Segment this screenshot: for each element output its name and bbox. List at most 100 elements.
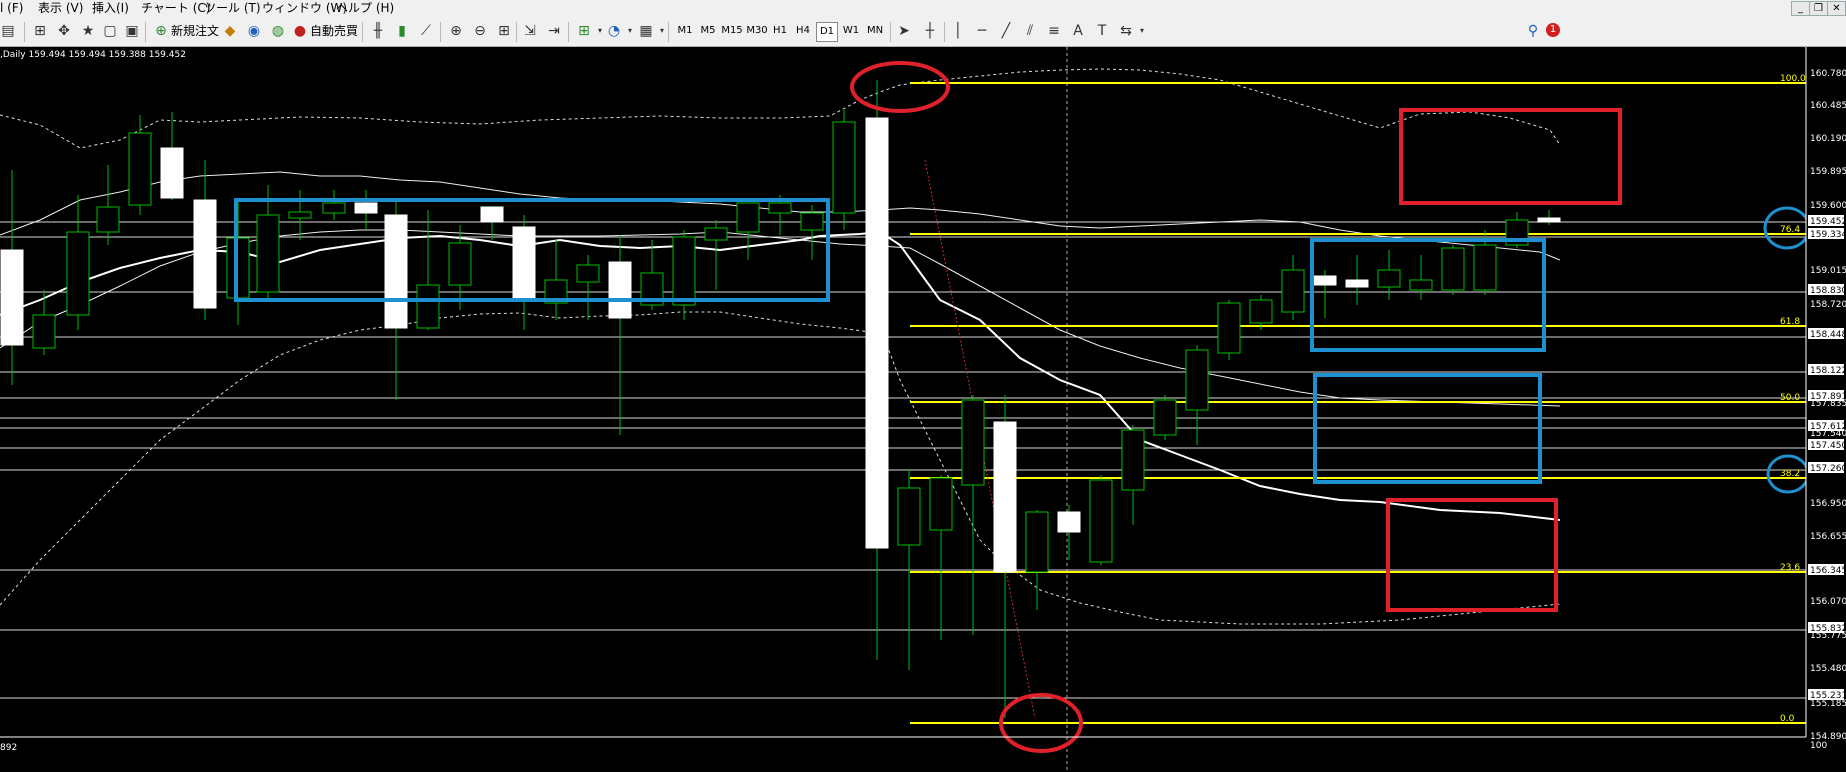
arrows-icon[interactable]: ⇆ (1118, 23, 1134, 39)
tile-windows-icon[interactable]: ⊞ (496, 23, 512, 39)
price-axis-label: 159.600 (1810, 201, 1846, 211)
menu-view[interactable]: 表示 (V) (38, 0, 83, 16)
chevron-down-icon[interactable]: ▾ (622, 23, 638, 39)
auto-trading-button[interactable]: 自動売買 (310, 21, 358, 41)
bullish-candle (288, 211, 312, 219)
candlestick-icon[interactable]: ▮ (394, 23, 410, 39)
horizontal-line-icon[interactable]: ─ (974, 23, 990, 39)
timeframe-h1[interactable]: H1 (771, 22, 789, 40)
navigator-icon[interactable]: ▢ (102, 23, 118, 39)
timeframe-h4[interactable]: H4 (794, 22, 812, 40)
metaeditor-icon[interactable]: ◆ (222, 23, 238, 39)
trendline-icon[interactable]: ╱ (998, 23, 1014, 39)
price-axis-label: 156.345 (1810, 566, 1846, 576)
price-axis-label: 158.448 (1810, 330, 1846, 340)
menu-file[interactable]: l (F) (0, 0, 23, 16)
indicators-icon[interactable]: ⊞ (576, 23, 592, 39)
bullish-candle (736, 202, 760, 233)
text-icon[interactable]: A (1070, 23, 1086, 39)
chart-info-text: ,Daily 159.494 159.494 159.388 159.452 (0, 50, 186, 60)
terminal-icon[interactable]: ▣ (124, 23, 140, 39)
bottom-left-label: 892 (0, 743, 18, 753)
bullish-candle (1025, 511, 1049, 573)
timeframe-m30[interactable]: M30 (745, 22, 769, 40)
price-axis-label: 155.185 (1810, 699, 1846, 709)
timeframe-d1[interactable]: D1 (816, 22, 838, 42)
bullish-candle (800, 212, 824, 231)
new-order-icon[interactable]: ⊕ (153, 23, 169, 39)
fibonacci-icon[interactable]: ≡ (1046, 23, 1062, 39)
search-icon[interactable]: ⚲ (1525, 23, 1541, 39)
chart-canvas[interactable]: 100.0 76.4 61.8 50.0 38.2 23.6 0.0 160.780 160.4… (0, 47, 1846, 772)
annotation-box-red (1399, 108, 1622, 205)
timeframe-mn[interactable]: MN (864, 22, 886, 40)
timeframe-m1[interactable]: M1 (675, 22, 695, 40)
bullish-candle (416, 284, 440, 329)
chevron-down-icon[interactable]: ▾ (1134, 23, 1150, 39)
signals-icon[interactable]: ◉ (246, 23, 262, 39)
vertical-line-icon[interactable]: │ (950, 23, 966, 39)
auto-trading-icon[interactable]: ● (292, 23, 308, 39)
restore-icon[interactable]: ❐ (1809, 1, 1828, 16)
crosshair-move-icon[interactable]: ✥ (56, 23, 72, 39)
bollinger-upper-band (0, 68, 1561, 149)
annotation-box-blue (1310, 238, 1546, 352)
crosshair-icon[interactable]: ┼ (922, 23, 938, 39)
price-axis-label: 158.720 (1810, 300, 1846, 310)
price-axis-label: 156.950 (1810, 499, 1846, 509)
price-axis-label: 156.655 (1810, 532, 1846, 542)
price-axis-label: 157.260 (1810, 464, 1846, 474)
menu-tools[interactable]: ツール (T) (204, 0, 261, 16)
toolbar-separator (440, 22, 441, 42)
market-icon[interactable]: ◍ (270, 23, 286, 39)
cursor-icon[interactable]: ➤ (896, 23, 912, 39)
menu-insert[interactable]: 挿入(I) (92, 0, 129, 16)
fibonacci-level-label: 23.6 (1780, 563, 1800, 573)
bullish-candle (322, 202, 346, 214)
zoom-out-icon[interactable]: ⊖ (472, 23, 488, 39)
price-axis-label: 100 (1810, 741, 1827, 751)
timeframe-m5[interactable]: M5 (698, 22, 718, 40)
toolbar: ▤ ⊞ ✥ ★ ▢ ▣ ⊕ 新規注文 ◆ ◉ ◍ ● 自動売買 ╫ ▮ ⟋ ⊕ … (0, 16, 1846, 47)
bearish-candle (160, 147, 184, 199)
bullish-candle (1409, 279, 1433, 291)
bullish-candle (672, 236, 696, 306)
fibonacci-level-label: 38.2 (1780, 469, 1800, 479)
bearish-candle (384, 214, 408, 329)
templates-icon[interactable]: ▦ (638, 23, 654, 39)
price-chart[interactable]: 100.0 76.4 61.8 50.0 38.2 23.6 0.0 160.780 160.4… (0, 47, 1846, 772)
bullish-candle (1473, 244, 1497, 291)
profiles-icon[interactable]: ⊞ (32, 23, 48, 39)
price-axis-label: 160.485 (1810, 101, 1846, 111)
fibonacci-level-label: 61.8 (1780, 317, 1800, 327)
bullish-candle (1089, 479, 1113, 563)
timeframe-w1[interactable]: W1 (841, 22, 861, 40)
chart-shift-icon[interactable]: ⇥ (546, 23, 562, 39)
toolbar-separator (145, 22, 146, 42)
toolbar-separator (516, 22, 517, 42)
bullish-candle (1153, 399, 1177, 436)
zoom-in-icon[interactable]: ⊕ (448, 23, 464, 39)
favorites-icon[interactable]: ★ (80, 23, 96, 39)
new-chart-icon[interactable]: ▤ (0, 23, 16, 39)
menu-bar: l (F) 表示 (V) 挿入(I) チャート (C) ツール (T) ウィンド… (0, 0, 1846, 16)
menu-chart[interactable]: チャート (C) (141, 0, 210, 16)
channel-icon[interactable]: ⫽ (1022, 23, 1038, 39)
menu-window[interactable]: ウィンドウ (W) (262, 0, 347, 16)
autoscroll-icon[interactable]: ⇲ (522, 23, 538, 39)
bullish-candle (1281, 269, 1305, 313)
bullish-candle (66, 231, 90, 316)
toolbar-separator (362, 22, 363, 42)
bar-chart-icon[interactable]: ╫ (370, 23, 386, 39)
line-chart-icon[interactable]: ⟋ (418, 23, 434, 39)
notification-icon[interactable]: 1 (1546, 23, 1560, 37)
text-label-icon[interactable]: T (1094, 23, 1110, 39)
timeframe-m15[interactable]: M15 (720, 22, 744, 40)
close-icon[interactable]: ✕ (1827, 1, 1846, 16)
menu-help[interactable]: ヘルプ (H) (336, 0, 394, 16)
new-order-button[interactable]: 新規注文 (171, 21, 219, 41)
bearish-candle (193, 199, 217, 309)
bearish-candle (865, 117, 889, 549)
minimize-icon[interactable]: _ (1791, 1, 1810, 16)
periods-icon[interactable]: ◔ (606, 23, 622, 39)
